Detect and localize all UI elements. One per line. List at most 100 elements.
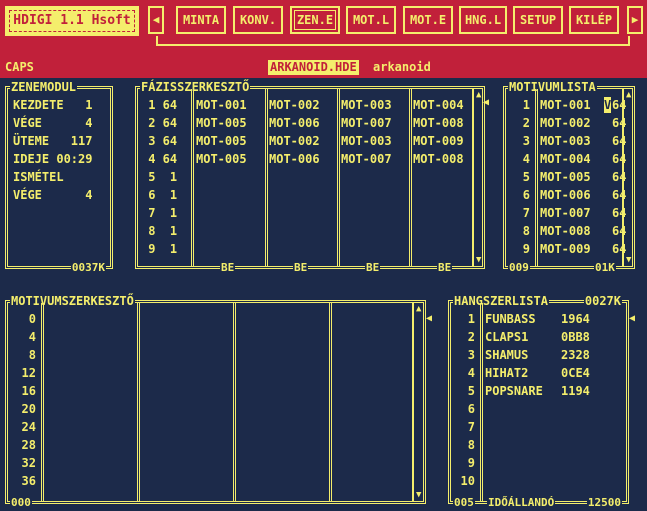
fazis-cell[interactable]: MOT-006 [269,114,320,132]
fazis-step-row[interactable]: 4 64 [141,150,177,168]
fazis-cell[interactable]: MOT-005 [196,150,247,168]
motivumszerkeszto-step: 8 [28,348,36,362]
motivumlista-length[interactable]: 64 [612,222,626,240]
motivumlista-length[interactable]: 64 [612,168,626,186]
hangszer-index: 10 [460,474,475,488]
idoallando-value[interactable]: 12500 [586,496,622,510]
fazis-cell[interactable]: MOT-007 [341,150,392,168]
fazis-cell[interactable]: MOT-005 [196,132,247,150]
hangszer-index: 2 [467,330,475,344]
fazis-cell[interactable]: MOT-001 [196,96,247,114]
hangszer-name[interactable]: POPSNARE [485,382,543,400]
motivumlista-length[interactable]: 64 [612,150,626,168]
hang-side-arrow-icon[interactable]: ◀ [629,313,635,324]
motszerk-scroll-up-icon[interactable]: ▲ [416,304,421,314]
motivumlista-count: 009 [508,261,530,275]
motivumszerkeszto-scrollbar[interactable]: ▲ ▼ [412,303,424,501]
menu-mot-e-button[interactable]: MOT.E [403,6,453,34]
fazis-cell[interactable]: MOT-008 [413,150,464,168]
fazis-scroll-up-icon[interactable]: ▲ [476,90,481,100]
fazis-col3-footer: BE [365,261,381,275]
motivumlista-item[interactable]: MOT-003 [540,132,591,150]
motivumlista-scroll-up-icon[interactable]: ▲ [626,90,631,100]
hangszer-name[interactable]: CLAPS1 [485,328,528,346]
fazis-step-row[interactable]: 7 1 [141,204,177,222]
fazis-cell[interactable]: MOT-008 [413,114,464,132]
motivumszerkeszto-panel: MOTIVUMSZERKESZTŐ ▲ ▼ 0 4 8 12 16 20 24 28 32 36 … [5,294,426,510]
fazis-side-arrow-icon[interactable]: ◀ [483,97,489,108]
fazis-cell[interactable]: MOT-003 [341,96,392,114]
fazis-step-row[interactable]: 6 1 [141,186,177,204]
zenemodul-repeat[interactable]: ISMÉTEL [13,168,64,186]
zenemodul-end[interactable]: VÉGE 4 [13,114,92,132]
app-title: HDIGI 1.1 Hsoft [5,6,139,36]
hangszer-index: 1 [467,312,475,326]
motivumszerkeszto-step: 32 [21,456,36,470]
hangszer-name[interactable]: SHAMUS [485,346,528,364]
zenemodul-start[interactable]: KEZDETE 1 [13,96,92,114]
motszerk-scroll-down-icon[interactable]: ▼ [416,490,421,500]
motivumlista-item[interactable]: MOT-002 [540,114,591,132]
motivumlista-item[interactable]: MOT-008 [540,222,591,240]
fazis-cell[interactable]: MOT-003 [341,132,392,150]
menu-minta-button[interactable]: MINTA [176,6,226,34]
motivumlista-item[interactable]: MOT-006 [540,186,591,204]
zenemodul-memory: 0037K [70,261,106,275]
menu-scroll-right-button[interactable]: ▶ [627,6,643,34]
fazis-step-row[interactable]: 2 64 [141,114,177,132]
fazis-cell[interactable]: MOT-002 [269,96,320,114]
zenemodul-tempo[interactable]: ÜTEME 117 [13,132,92,150]
hangszer-size: 0CE4 [561,366,590,380]
motivumlista-item[interactable]: MOT-001 [540,96,591,114]
motivumszerkeszto-position: 000 [10,496,32,510]
motivumlista-index: 3 [522,134,530,148]
fazisszerkeszto-title: FÁZISSZERKESZTŐ [140,80,251,94]
zenemodul-repeat-end[interactable]: VÉGE 4 [13,186,92,204]
menu-hng-l-button[interactable]: HNG.L [459,6,507,34]
motivumlista-length[interactable]: 64 [612,204,626,222]
motivumlista-length[interactable]: 64 [612,132,626,150]
motivumlista-item[interactable]: MOT-005 [540,168,591,186]
fazis-step-row[interactable]: 9 1 [141,240,177,258]
menu-scroll-left-button[interactable]: ◀ [148,6,164,34]
motszerk-side-arrow-icon[interactable]: ◀ [426,313,432,324]
fazis-cell[interactable]: MOT-004 [413,96,464,114]
fazis-cell[interactable]: MOT-009 [413,132,464,150]
fazis-cell[interactable]: MOT-006 [269,150,320,168]
hangszer-name[interactable]: HIHAT2 [485,364,528,382]
fazis-step-row[interactable]: 5 1 [141,168,177,186]
hangszer-size: 1964 [561,312,590,326]
fazis-cell[interactable]: MOT-005 [196,114,247,132]
menu-setup-button[interactable]: SETUP [513,6,563,34]
fazis-step-row[interactable]: 3 64 [141,132,177,150]
hangszer-index: 3 [467,348,475,362]
fazis-col4-footer: BE [437,261,453,275]
fazis-step-row[interactable]: 1 64 [141,96,177,114]
motivumlista-index: 9 [522,242,530,256]
caps-indicator: CAPS [5,60,34,74]
fazis-step-row[interactable]: 8 1 [141,222,177,240]
menu-zen-e-button[interactable]: ZEN.E [290,6,340,34]
fazis-cell[interactable]: MOT-002 [269,132,320,150]
menu-mot-l-button[interactable]: MOT.L [346,6,396,34]
motivumlista-item[interactable]: MOT-009 [540,240,591,258]
menu-konv-button[interactable]: KONV. [233,6,283,34]
hangszerlista-memory: 0027K [583,294,622,308]
motivumszerkeszto-step: 4 [28,330,36,344]
hangszer-size: 2328 [561,348,590,362]
hangszer-name[interactable]: FUNBASS [485,310,536,328]
motivumlista-length[interactable]: 64 [612,240,626,258]
motivumlista-scroll-down-icon[interactable]: ▼ [626,255,631,265]
fazis-scroll-down-icon[interactable]: ▼ [476,255,481,265]
fazis-scrollbar[interactable]: ▲ ▼ [472,89,484,266]
hangszer-index: 8 [467,438,475,452]
fazis-col2-footer: BE [293,261,309,275]
motivumlista-item[interactable]: MOT-007 [540,204,591,222]
motivumlista-index: 8 [522,224,530,238]
motivumlista-length[interactable]: 64 [612,96,626,114]
motivumlista-item[interactable]: MOT-004 [540,150,591,168]
motivumlista-length[interactable]: 64 [612,186,626,204]
fazis-cell[interactable]: MOT-007 [341,114,392,132]
motivumlista-length[interactable]: 64 [612,114,626,132]
menu-kilep-button[interactable]: KILÉP [569,6,619,34]
